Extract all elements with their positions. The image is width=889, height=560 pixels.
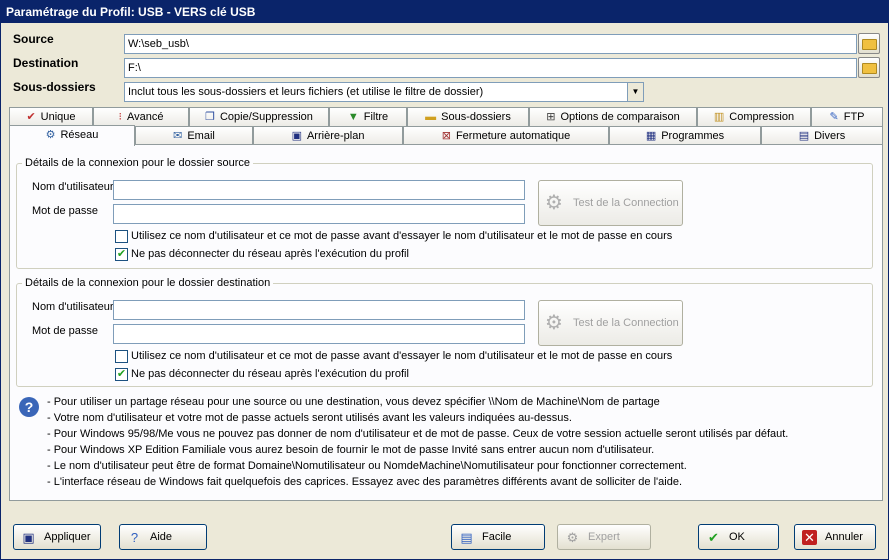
chevron-down-icon[interactable]: ▼ [627,83,643,101]
destination-group-title: Détails de la connexion pour le dossier … [22,277,274,289]
source-test-connection-button[interactable]: ⚙ Test de la Connection [538,180,683,226]
filter-icon: ▼ [347,111,359,123]
source-input[interactable]: W:\seb_usb\ [124,34,857,54]
source-use-credentials-label: Utilisez ce nom d'utilisateur et ce mot … [131,230,673,242]
misc-icon: ▤ [798,130,810,142]
source-keep-connected-label: Ne pas déconnecter du réseau après l'exé… [131,248,409,260]
network-icon: ⚙ [45,129,56,141]
expert-mode-icon: ⚙ [566,530,579,545]
source-browse-button[interactable] [858,33,880,54]
note-line: - Votre nom d'utilisateur et votre mot d… [47,412,572,424]
tab-filter[interactable]: ▼ Filtre [329,107,407,126]
dest-username-label: Nom d'utilisateur [32,301,114,313]
dest-username-input[interactable] [113,300,525,320]
tab-programs[interactable]: ▦ Programmes [609,126,761,145]
tab-compare-options[interactable]: ⊞ Options de comparaison [529,107,697,126]
note-line: - L'interface réseau de Windows fait que… [47,476,682,488]
dest-password-label: Mot de passe [32,325,99,337]
checkmark-icon: ✔ [116,248,127,260]
compare-icon: ⊞ [546,111,556,123]
source-password-input[interactable] [113,204,525,224]
apply-button[interactable]: ▣ Appliquer [13,524,101,550]
easy-button[interactable]: ▤ Facile [451,524,545,550]
dest-use-credentials-label: Utilisez ce nom d'utilisateur et ce mot … [131,350,673,362]
subfolders-label: Sous-dossiers [13,80,96,94]
source-password-label: Mot de passe [32,205,99,217]
connection-test-icon: ⚙ [545,312,563,334]
ok-button[interactable]: ✔ OK [698,524,779,550]
help-button[interactable]: ? Aide [119,524,207,550]
dest-keep-connected-checkbox[interactable]: ✔ [115,368,128,381]
tab-email[interactable]: ✉ Email [135,126,253,145]
dest-password-input[interactable] [113,324,525,344]
programs-icon: ▦ [645,130,657,142]
tab-background[interactable]: ▣ Arrière-plan [253,126,403,145]
auto-close-icon: ⊠ [441,130,451,142]
copy-icon: ❐ [205,111,215,123]
checkmark-icon: ✔ [26,111,36,123]
tab-network[interactable]: ⚙ Réseau [9,125,135,146]
tab-subfolders[interactable]: ▬ Sous-dossiers [407,107,529,126]
source-keep-connected-checkbox[interactable]: ✔ [115,248,128,261]
source-username-label: Nom d'utilisateur [32,181,114,193]
email-icon: ✉ [173,130,183,142]
window-title: Paramétrage du Profil: USB - VERS clé US… [1,1,888,23]
compress-icon: ▥ [713,111,725,123]
note-line: - Pour utiliser un partage réseau pour u… [47,396,660,408]
folder-icon [862,63,877,74]
note-line: - Pour Windows XP Edition Familiale vous… [47,444,655,456]
dest-test-connection-button[interactable]: ⚙ Test de la Connection [538,300,683,346]
note-line: - Pour Windows 95/98/Me vous ne pouvez p… [47,428,789,440]
cancel-button[interactable]: ✕ Annuler [794,524,876,550]
question-icon: ? [19,397,39,417]
tab-ftp[interactable]: ✎ FTP [811,107,883,126]
destination-input[interactable]: F:\ [124,58,857,78]
checkmark-icon: ✔ [116,368,127,380]
checkmark-icon: ✔ [708,530,719,545]
folders-icon: ▬ [425,111,437,123]
destination-label: Destination [13,56,79,70]
source-use-credentials-checkbox[interactable] [115,230,128,243]
folder-icon [862,39,877,50]
tab-copy-delete[interactable]: ❐ Copie/Suppression [189,107,329,126]
save-icon: ▣ [22,530,35,545]
source-group-title: Détails de la connexion pour le dossier … [22,157,254,169]
source-username-input[interactable] [113,180,525,200]
tab-advanced[interactable]: ⁝ Avancé [93,107,189,126]
ftp-icon: ✎ [829,111,839,123]
connection-test-icon: ⚙ [545,192,563,214]
tab-compression[interactable]: ▥ Compression [697,107,811,126]
tab-unique[interactable]: ✔ Unique [9,107,93,126]
help-icon: ? [130,530,139,545]
source-label: Source [13,32,54,46]
background-icon: ▣ [291,130,302,142]
tab-misc[interactable]: ▤ Divers [761,126,883,145]
expert-button[interactable]: ⚙ Expert [557,524,651,550]
close-icon: ✕ [802,530,817,545]
tab-auto-close[interactable]: ⊠ Fermeture automatique [403,126,609,145]
dest-use-credentials-checkbox[interactable] [115,350,128,363]
profile-settings-window: Paramétrage du Profil: USB - VERS clé US… [0,0,889,560]
advanced-icon: ⁝ [118,111,123,123]
subfolders-value: Inclut tous les sous-dossiers et leurs f… [128,86,484,98]
subfolders-select[interactable]: Inclut tous les sous-dossiers et leurs f… [124,82,644,102]
destination-browse-button[interactable] [858,57,880,78]
note-line: - Le nom d'utilisateur peut être de form… [47,460,687,472]
dest-keep-connected-label: Ne pas déconnecter du réseau après l'exé… [131,368,409,380]
easy-mode-icon: ▤ [460,530,473,545]
